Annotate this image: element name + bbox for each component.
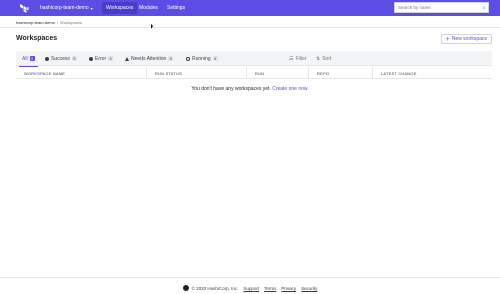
filter-tab-label: Success (51, 55, 70, 62)
filter-tab-running[interactable]: Running 0 (186, 51, 218, 66)
sort-button[interactable]: ⇅ Sort (316, 51, 331, 66)
filter-label: Filter (295, 55, 307, 62)
filter-tab-error[interactable]: Error 0 (89, 51, 114, 66)
nav-tab-settings[interactable]: Settings (163, 2, 189, 14)
organization-switcher[interactable]: hashicorp-team-demo ▾ (40, 0, 93, 16)
filter-count-badge: 0 (71, 56, 77, 61)
column-header-workspace-name[interactable]: WORKSPACE NAME (16, 67, 146, 79)
chevron-down-icon: ▾ (90, 5, 93, 11)
search-icon[interactable]: ⌕ (480, 2, 489, 13)
column-header-run-status[interactable]: RUN STATUS (146, 67, 246, 79)
nav-tab-modules[interactable]: Modules (135, 2, 162, 14)
filter-tab-needs-attention[interactable]: Needs Attention 0 (125, 51, 174, 66)
breadcrumb: hashicorp-team-demo / Workspaces (16, 19, 82, 25)
footer-link-terms[interactable]: Terms (264, 286, 276, 291)
footer-link-privacy[interactable]: Privacy (281, 286, 296, 291)
filter-count-badge: 0 (29, 56, 35, 61)
error-circle-icon (89, 56, 93, 61)
column-header-run[interactable]: RUN (246, 67, 308, 79)
sort-icon: ⇅ (316, 55, 321, 62)
sort-label: Sort (322, 55, 332, 62)
empty-state-text: You don't have any workspaces yet. (191, 86, 271, 92)
filter-count-badge: 0 (212, 56, 218, 61)
column-header-repo[interactable]: REPO (308, 67, 372, 79)
warning-triangle-icon (125, 56, 129, 61)
empty-state-message: You don't have any workspaces yet. Creat… (0, 86, 500, 92)
filter-icon: ☰ (289, 55, 294, 62)
page-title: Workspaces (16, 35, 58, 42)
breadcrumb-org-link[interactable]: hashicorp-team-demo (16, 20, 55, 25)
filter-tab-label: All (22, 55, 28, 62)
mouse-cursor-icon (151, 24, 153, 29)
filter-tab-all[interactable]: All 0 (19, 51, 38, 67)
filter-count-badge: 0 (168, 56, 174, 61)
filter-tab-label: Running (192, 55, 211, 62)
footer-link-security[interactable]: Security (301, 286, 317, 291)
filter-count-badge: 0 (108, 56, 114, 61)
workspaces-table-header: WORKSPACE NAME RUN STATUS RUN REPO LATES… (16, 67, 492, 79)
nav-tab-workspaces[interactable]: Workspaces (102, 2, 138, 14)
search-input[interactable] (394, 2, 481, 13)
filter-button[interactable]: ☰ Filter (289, 51, 307, 66)
breadcrumb-separator: / (56, 19, 59, 25)
footer: © 2020 HashiCorp, Inc. Support Terms Pri… (0, 284, 500, 292)
copyright-text: © 2020 HashiCorp, Inc. (191, 285, 239, 291)
terraform-logo-icon[interactable] (19, 3, 29, 13)
create-workspace-link[interactable]: Create one now. (272, 86, 308, 92)
hashicorp-logo-icon (182, 285, 189, 291)
column-header-latest-change[interactable]: LATEST CHANGE (372, 67, 492, 79)
filter-tab-label: Error (95, 55, 107, 62)
divider (0, 27, 500, 28)
new-workspace-label: New workspace (451, 36, 488, 42)
running-circle-icon (186, 56, 190, 61)
divider (0, 277, 500, 278)
filter-tab-success[interactable]: Success 0 (45, 51, 77, 66)
check-circle-icon (45, 56, 49, 61)
new-workspace-button[interactable]: + New workspace (441, 34, 492, 44)
plus-icon: + (445, 35, 450, 43)
filter-bar: All 0 Success 0 Error 0 Needs Attention … (16, 51, 492, 67)
filter-tab-label: Needs Attention (131, 55, 167, 62)
footer-link-support[interactable]: Support (243, 286, 259, 291)
breadcrumb-current: Workspaces (60, 19, 82, 25)
organization-name: hashicorp-team-demo (40, 5, 89, 11)
